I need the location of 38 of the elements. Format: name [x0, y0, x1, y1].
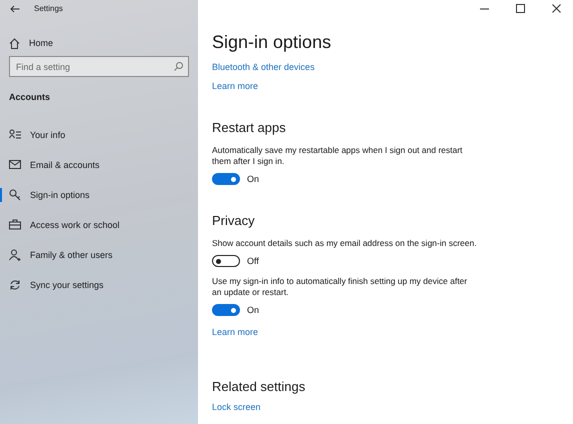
section-heading: Restart apps — [212, 119, 286, 136]
maximize-icon — [516, 4, 525, 13]
nav-item[interactable]: Access work or school — [9, 210, 189, 240]
link[interactable]: Learn more — [212, 326, 258, 338]
nav-item[interactable]: Email & accounts — [9, 150, 189, 180]
close-icon — [552, 4, 561, 13]
toggle-switch[interactable] — [212, 304, 240, 316]
toggle-state-label: On — [247, 174, 260, 184]
nav-item[interactable]: Your info — [9, 120, 189, 150]
back-arrow-icon — [10, 4, 20, 12]
briefcase-icon — [9, 219, 21, 231]
toggle-state-label: On — [247, 305, 260, 315]
section-heading: Privacy — [212, 212, 255, 229]
toggle-switch[interactable] — [212, 173, 240, 185]
envelope-icon — [9, 159, 21, 171]
page-title: Sign-in options — [212, 31, 332, 54]
person-list-icon — [9, 129, 21, 141]
section-heading: Related settings — [212, 378, 306, 395]
toggle-state-label: Off — [247, 256, 259, 266]
window-title: Settings — [34, 4, 63, 13]
description-text: Show account details such as my email address on the sign-in screen. — [212, 238, 478, 249]
toggle-switch[interactable] — [212, 255, 240, 267]
sync-icon — [9, 279, 21, 291]
nav-item[interactable]: Sync your settings — [9, 270, 189, 300]
nav-item[interactable]: Family & other users — [9, 240, 189, 270]
home-nav-item[interactable]: Home — [9, 35, 189, 51]
link[interactable]: Lock screen — [212, 401, 261, 413]
description-text: Automatically save my restartable apps when I sign out and restart them after I sign in. — [212, 145, 464, 167]
link[interactable]: Learn more — [212, 80, 258, 92]
search-field[interactable]: Find a setting — [9, 56, 189, 77]
key-icon — [9, 189, 21, 201]
person-icon — [9, 249, 21, 261]
description-text: Use my sign-in info to automatically finish setting up my device after an update or restart. — [212, 276, 468, 298]
nav-item[interactable]: Sign-in options — [0, 180, 189, 210]
search-icon — [174, 62, 183, 71]
link[interactable]: Bluetooth & other devices — [212, 61, 315, 73]
section-heading: Accounts — [9, 91, 52, 104]
house-icon — [9, 38, 20, 48]
